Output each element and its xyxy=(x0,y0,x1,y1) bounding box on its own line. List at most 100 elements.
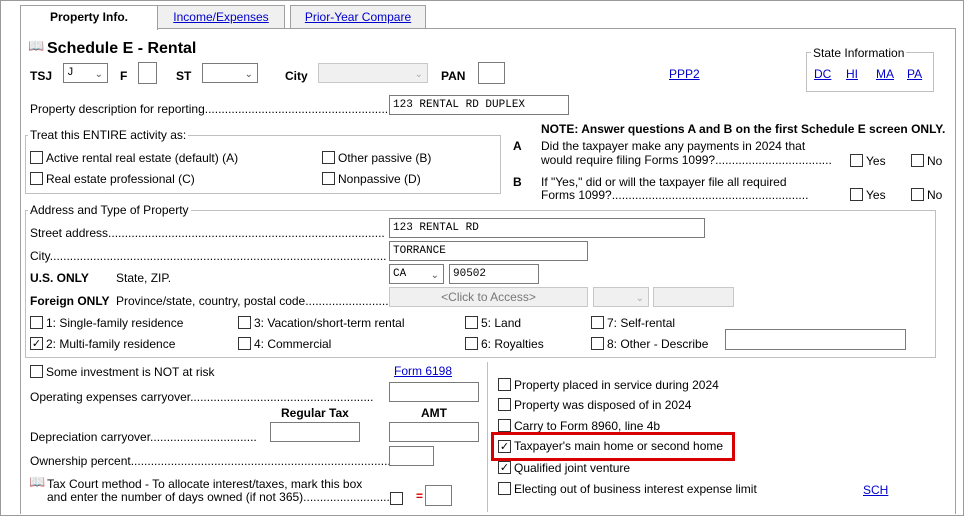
tax-court-checkbox[interactable] xyxy=(390,492,403,505)
zip-input[interactable]: 90502 xyxy=(449,264,539,284)
electing-out-checkbox[interactable] xyxy=(498,482,511,495)
type-5-checkbox[interactable] xyxy=(465,316,478,329)
question-a-text-2: would require filing Forms 1099?........… xyxy=(541,153,832,167)
joint-venture-checkbox[interactable]: ✓ xyxy=(498,461,511,474)
ownership-input[interactable] xyxy=(389,446,434,466)
state-link-pa[interactable]: PA xyxy=(907,67,922,81)
question-a-letter: A xyxy=(513,139,522,153)
question-a-no-label: No xyxy=(927,154,943,168)
question-b-text-1: If "Yes," did or will the taxpayer file … xyxy=(541,175,787,189)
disposed-label: Property was disposed of in 2024 xyxy=(514,398,692,412)
type-4-label: 4: Commercial xyxy=(254,337,332,351)
type-2-checkbox[interactable]: ✓ xyxy=(30,337,43,350)
active-rental-label: Active rental real estate (default) (A) xyxy=(46,151,239,165)
other-passive-checkbox[interactable] xyxy=(322,151,335,164)
st-label: ST xyxy=(176,69,192,83)
depreciation-amt-input[interactable] xyxy=(389,422,479,442)
type-8-checkbox[interactable] xyxy=(591,337,604,350)
state-link-ma[interactable]: MA xyxy=(876,67,894,81)
days-owned-input[interactable] xyxy=(425,485,452,506)
address-title: Address and Type of Property xyxy=(28,203,191,217)
question-a-no-checkbox[interactable] xyxy=(911,154,924,167)
treat-activity-title: Treat this ENTIRE activity as: xyxy=(28,128,189,142)
question-a-text-1: Did the taxpayer make any payments in 20… xyxy=(541,139,806,153)
postal-code-input[interactable] xyxy=(653,287,734,307)
placed-in-service-label: Property placed in service during 2024 xyxy=(514,378,719,392)
book-icon[interactable]: 📖 xyxy=(28,39,44,54)
state-link-dc[interactable]: DC xyxy=(814,67,831,81)
ppp2-link[interactable]: PPP2 xyxy=(669,67,700,81)
sch-link[interactable]: SCH xyxy=(863,483,888,497)
tab-property-info[interactable]: Property Info. xyxy=(20,5,158,30)
type-6-checkbox[interactable] xyxy=(465,337,478,350)
state-select[interactable]: CA ⌄ xyxy=(389,264,444,284)
type-1-checkbox[interactable] xyxy=(30,316,43,329)
disposed-checkbox[interactable] xyxy=(498,398,511,411)
type-7-checkbox[interactable] xyxy=(591,316,604,329)
other-passive-label: Other passive (B) xyxy=(338,151,432,165)
question-b-no-label: No xyxy=(927,188,943,202)
type-2-label: 2: Multi-family residence xyxy=(46,337,176,351)
main-home-label: Taxpayer's main home or second home xyxy=(514,439,724,453)
op-expenses-input[interactable] xyxy=(389,382,479,402)
tab-label: Prior-Year Compare xyxy=(304,10,412,24)
ownership-label: Ownership percent.......................… xyxy=(30,454,395,468)
form-6198-link[interactable]: Form 6198 xyxy=(394,364,452,378)
not-at-risk-label: Some investment is NOT at risk xyxy=(46,365,215,379)
section-divider xyxy=(487,362,488,512)
question-a-yes-checkbox[interactable] xyxy=(850,154,863,167)
active-rental-checkbox[interactable] xyxy=(30,151,43,164)
other-describe-input[interactable] xyxy=(725,329,906,350)
not-at-risk-checkbox[interactable] xyxy=(30,365,43,378)
pan-label: PAN xyxy=(441,69,466,83)
book-icon[interactable]: 📖 xyxy=(29,475,45,490)
type-3-label: 3: Vacation/short-term rental xyxy=(254,316,405,330)
questions-note: NOTE: Answer questions A and B on the fi… xyxy=(541,122,946,136)
city-select[interactable]: ⌄ xyxy=(318,63,428,83)
real-estate-pro-checkbox[interactable] xyxy=(30,172,43,185)
main-home-checkbox[interactable]: ✓ xyxy=(498,440,511,453)
real-estate-pro-label: Real estate professional (C) xyxy=(46,172,195,186)
question-b-yes-checkbox[interactable] xyxy=(850,188,863,201)
click-to-access-button[interactable]: <Click to Access> xyxy=(389,287,588,307)
state-link-hi[interactable]: HI xyxy=(846,67,858,81)
city-label: City xyxy=(285,69,308,83)
question-b-no-checkbox[interactable] xyxy=(911,188,924,201)
question-b-letter: B xyxy=(513,175,522,189)
tax-court-text-2: and enter the number of days owned (if n… xyxy=(47,490,400,504)
property-description-input[interactable]: 123 RENTAL RD DUPLEX xyxy=(389,95,569,115)
regular-tax-header: Regular Tax xyxy=(281,406,349,420)
st-select[interactable]: ⌄ xyxy=(202,63,258,83)
street-input[interactable]: 123 RENTAL RD xyxy=(389,218,705,238)
depreciation-regular-input[interactable] xyxy=(270,422,360,442)
pan-field[interactable] xyxy=(478,62,505,84)
type-3-checkbox[interactable] xyxy=(238,316,251,329)
tab-label: Property Info. xyxy=(49,10,128,24)
tsj-select[interactable]: J ⌄ xyxy=(63,63,108,83)
f-label: F xyxy=(120,69,128,83)
country-select[interactable]: ⌄ xyxy=(593,287,649,307)
question-a-yes-label: Yes xyxy=(866,154,886,168)
equals-sign: = xyxy=(416,489,424,503)
page-title: Schedule E - Rental xyxy=(47,40,197,57)
foreign-address-label: Province/state, country, postal code....… xyxy=(116,294,412,308)
tax-court-text-1: Tax Court method - To allocate interest/… xyxy=(47,477,363,491)
street-label: Street address..........................… xyxy=(30,226,385,240)
city-address-label: City....................................… xyxy=(30,249,387,263)
type-6-label: 6: Royalties xyxy=(481,337,544,351)
type-4-checkbox[interactable] xyxy=(238,337,251,350)
form-8960-label: Carry to Form 8960, line 4b xyxy=(514,419,661,433)
electing-out-label: Electing out of business interest expens… xyxy=(514,482,757,496)
placed-in-service-checkbox[interactable] xyxy=(498,378,511,391)
op-expenses-label: Operating expenses carryover............… xyxy=(30,390,374,404)
state-info-title: State Information xyxy=(811,46,907,60)
question-b-yes-label: Yes xyxy=(866,188,886,202)
tab-income-expenses[interactable]: Income/Expenses xyxy=(157,5,285,29)
nonpassive-checkbox[interactable] xyxy=(322,172,335,185)
tab-prior-year-compare[interactable]: Prior-Year Compare xyxy=(290,5,426,29)
city-input[interactable]: TORRANCE xyxy=(389,241,588,261)
nonpassive-label: Nonpassive (D) xyxy=(338,172,421,186)
amt-header: AMT xyxy=(421,406,447,420)
f-field[interactable] xyxy=(138,62,157,84)
form-8960-checkbox[interactable] xyxy=(498,419,511,432)
